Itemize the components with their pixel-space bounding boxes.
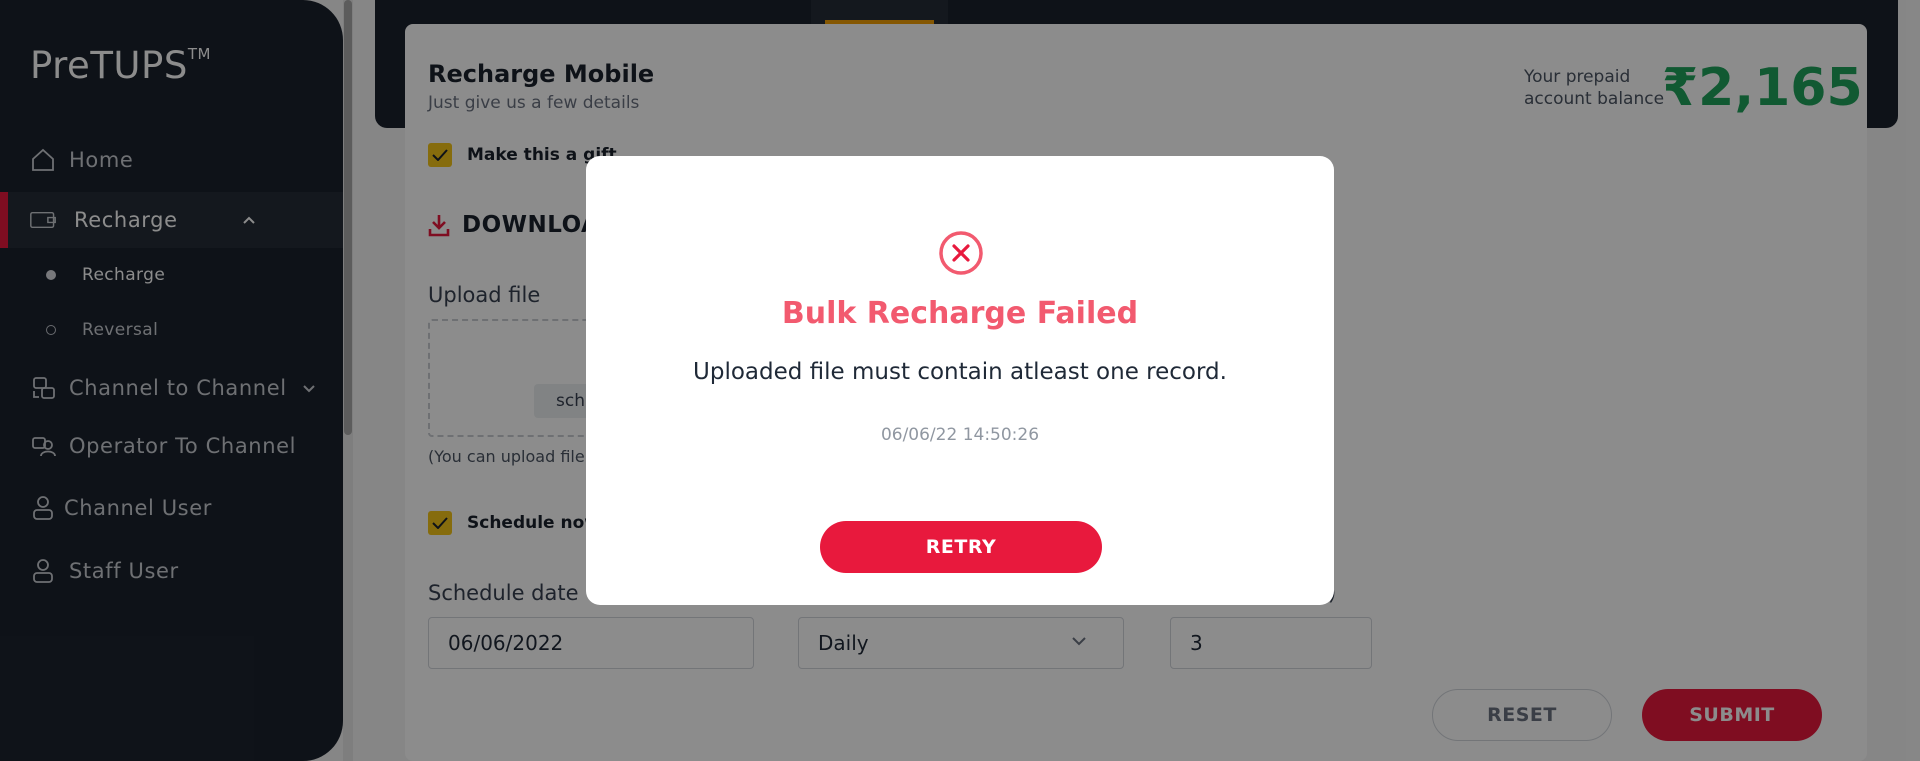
error-circle-icon bbox=[939, 231, 983, 275]
dialog-timestamp: 06/06/22 14:50:26 bbox=[880, 425, 1040, 445]
retry-button[interactable]: RETRY bbox=[820, 521, 1102, 573]
dialog-message: Uploaded file must contain atleast one r… bbox=[693, 359, 1227, 385]
dialog-title: Bulk Recharge Failed bbox=[781, 296, 1139, 331]
error-dialog: Bulk Recharge Failed Uploaded file must … bbox=[586, 156, 1334, 605]
